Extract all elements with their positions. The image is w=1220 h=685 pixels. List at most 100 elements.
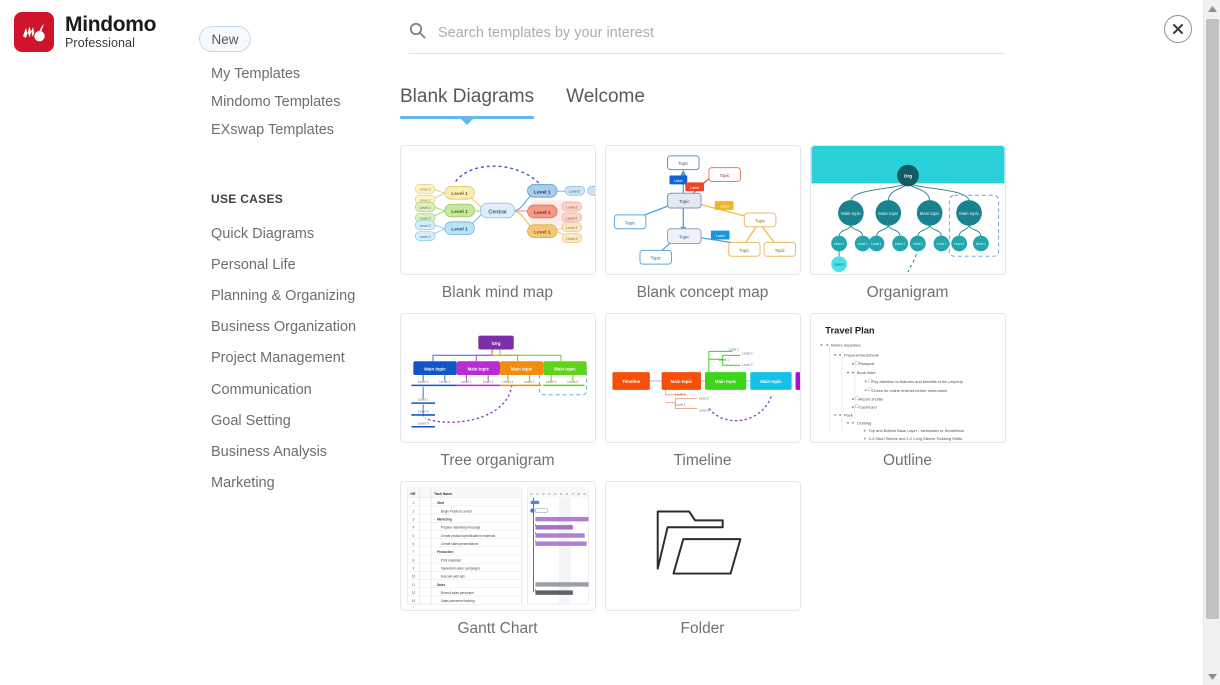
- sidebar: Mindomo Professional New My Templates Mi…: [0, 0, 395, 685]
- template-thumbnail[interactable]: NR Task Name 1 2 3 4 5 6 7 8 9 10 11 12 …: [399, 477, 600, 611]
- svg-text:Level 1: Level 1: [675, 403, 685, 407]
- close-button[interactable]: [1164, 15, 1192, 43]
- svg-text:Level 1: Level 1: [502, 380, 513, 384]
- svg-text:Label: Label: [719, 205, 728, 209]
- svg-text:Cash/card: Cash/card: [858, 405, 876, 410]
- svg-text:Level 2: Level 2: [419, 224, 430, 228]
- svg-text:Book hotel: Book hotel: [856, 370, 875, 375]
- svg-text:Level 1: Level 1: [451, 209, 468, 215]
- svg-text:Level 1: Level 1: [871, 242, 881, 246]
- template-thumbnail[interactable]: Central Level 1 Level 1 Level 1 Level 2: [399, 141, 600, 275]
- template-thumbnail[interactable]: Timeline Main topic Main topic Main topi…: [604, 309, 805, 443]
- sidebar-item-goal-setting[interactable]: Goal Setting: [211, 405, 391, 436]
- template-card-organigram[interactable]: Org Main topic Main topic Main topic Mai…: [805, 141, 1010, 302]
- svg-text:Level 1: Level 1: [912, 242, 922, 246]
- sidebar-item-business-organization[interactable]: Business Organization: [211, 312, 391, 343]
- svg-text:Level 1: Level 1: [451, 227, 468, 233]
- svg-text:Level 1: Level 1: [834, 263, 844, 267]
- tab-blank-diagrams[interactable]: Blank Diagrams: [400, 86, 535, 125]
- template-row: iOrg Main topic Main topic Main topic Ma…: [395, 309, 1035, 481]
- mind-map-preview-icon: Central Level 1 Level 1 Level 1 Level 2: [400, 146, 595, 274]
- organigram-preview-icon: Org Main topic Main topic Main topic Mai…: [810, 146, 1005, 274]
- template-thumbnail[interactable]: Org Main topic Main topic Main topic Mai…: [809, 141, 1010, 275]
- svg-text:Level 1: Level 1: [417, 380, 428, 384]
- svg-text:7: 7: [412, 550, 414, 554]
- svg-text:Level 1: Level 1: [461, 380, 472, 384]
- template-card-outline[interactable]: Travel Plan Before departure Prepare/che…: [805, 309, 1010, 470]
- brand-name: Mindomo: [65, 13, 157, 37]
- svg-text:Main topic: Main topic: [670, 379, 692, 384]
- sidebar-item-mindomo-templates[interactable]: Mindomo Templates: [211, 88, 391, 116]
- svg-text:11: 11: [411, 583, 415, 587]
- template-thumbnail[interactable]: iOrg Main topic Main topic Main topic Ma…: [399, 309, 600, 443]
- svg-text:3: 3: [412, 517, 414, 521]
- svg-text:Task Name: Task Name: [434, 492, 452, 496]
- svg-text:Level 1: Level 1: [954, 242, 964, 246]
- svg-text:iOrg: iOrg: [491, 341, 500, 346]
- svg-text:Level 2: Level 2: [419, 217, 430, 221]
- svg-text:−: −: [433, 550, 435, 554]
- svg-text:8: 8: [412, 558, 414, 562]
- sidebar-item-project-management[interactable]: Project Management: [211, 343, 391, 374]
- sidebar-item-planning-organizing[interactable]: Planning & Organizing: [211, 280, 391, 311]
- svg-text:Airport shuttle: Airport shuttle: [858, 397, 882, 402]
- svg-text:Topic: Topic: [739, 248, 750, 253]
- search-bar: [409, 22, 1005, 54]
- svg-text:Level 1: Level 1: [482, 380, 493, 384]
- svg-text:−: −: [433, 501, 435, 505]
- template-thumbnail[interactable]: Travel Plan Before departure Prepare/che…: [809, 309, 1010, 443]
- svg-text:Check for online reviews befor: Check for online reviews before reservat…: [871, 388, 946, 393]
- svg-text:Prepare/check/book: Prepare/check/book: [844, 352, 879, 357]
- svg-text:Level 2: Level 2: [419, 188, 430, 192]
- svg-text:Sales: Sales: [436, 583, 444, 587]
- template-cell-empty: [805, 481, 1010, 638]
- sidebar-item-my-templates[interactable]: My Templates: [211, 60, 391, 88]
- scroll-up-arrow-icon[interactable]: [1204, 0, 1220, 17]
- svg-text:Level 4: Level 4: [417, 409, 428, 413]
- svg-text:Clothing: Clothing: [856, 420, 870, 425]
- svg-text:Pack: Pack: [844, 412, 853, 417]
- svg-text:Level 2: Level 2: [566, 216, 577, 220]
- close-icon: [1173, 24, 1183, 34]
- template-thumbnail[interactable]: Label Label Label Label Topic Topic Topi…: [604, 141, 805, 275]
- tree-organigram-preview-icon: iOrg Main topic Main topic Main topic Ma…: [400, 314, 595, 442]
- tab-welcome-label: Welcome: [566, 86, 645, 107]
- vertical-scrollbar[interactable]: [1203, 0, 1220, 685]
- template-card-blank-concept-map[interactable]: Label Label Label Label Topic Topic Topi…: [600, 141, 805, 302]
- svg-text:3-4 Short Sleeve and 1-2 Long: 3-4 Short Sleeve and 1-2 Long Sleeve Tre…: [868, 436, 962, 441]
- tab-welcome[interactable]: Welcome: [566, 86, 645, 119]
- template-thumbnail[interactable]: [604, 481, 801, 611]
- svg-text:9: 9: [412, 567, 414, 571]
- svg-text:Level 1: Level 1: [857, 242, 867, 246]
- template-card-timeline[interactable]: Timeline Main topic Main topic Main topi…: [600, 309, 805, 470]
- sidebar-item-marketing[interactable]: Marketing: [211, 468, 391, 499]
- use-cases-list: Quick Diagrams Personal Life Planning & …: [211, 218, 391, 499]
- svg-text:Main topic: Main topic: [424, 367, 446, 372]
- svg-text:Topic: Topic: [755, 218, 766, 223]
- scrollbar-thumb[interactable]: [1206, 19, 1219, 619]
- sidebar-item-exswap-templates[interactable]: EXswap Templates: [211, 116, 391, 144]
- template-card-gantt-chart[interactable]: NR Task Name 1 2 3 4 5 6 7 8 9 10 11 12 …: [395, 477, 600, 638]
- sidebar-item-personal-life[interactable]: Personal Life: [211, 249, 391, 280]
- new-button[interactable]: New: [199, 26, 251, 52]
- svg-text:−: −: [433, 583, 435, 587]
- svg-text:Main topic: Main topic: [919, 211, 940, 216]
- svg-text:Create sales presentations: Create sales presentations: [440, 542, 478, 546]
- search-input[interactable]: [436, 24, 1005, 42]
- template-card-blank-mind-map[interactable]: Central Level 1 Level 1 Level 1 Level 2: [395, 141, 600, 302]
- svg-text:Level 1: Level 1: [718, 358, 728, 362]
- search-icon: [409, 22, 426, 44]
- svg-text:Level 2: Level 2: [419, 206, 430, 210]
- scroll-down-arrow-icon[interactable]: [1204, 668, 1220, 685]
- sidebar-item-business-analysis[interactable]: Business Analysis: [211, 436, 391, 467]
- sidebar-item-communication[interactable]: Communication: [211, 374, 391, 405]
- svg-text:Level 5: Level 5: [417, 421, 428, 425]
- svg-text:Main topic: Main topic: [510, 367, 532, 372]
- svg-text:Create product specifications: Create product specifications materials: [440, 534, 495, 538]
- template-card-folder[interactable]: Folder: [600, 481, 805, 638]
- template-label: Blank concept map: [636, 284, 769, 301]
- svg-text:Level 2: Level 2: [566, 237, 577, 241]
- template-card-tree-organigram[interactable]: iOrg Main topic Main topic Main topic Ma…: [395, 309, 600, 470]
- sidebar-item-quick-diagrams[interactable]: Quick Diagrams: [211, 218, 391, 249]
- template-label: Blank mind map: [441, 284, 554, 301]
